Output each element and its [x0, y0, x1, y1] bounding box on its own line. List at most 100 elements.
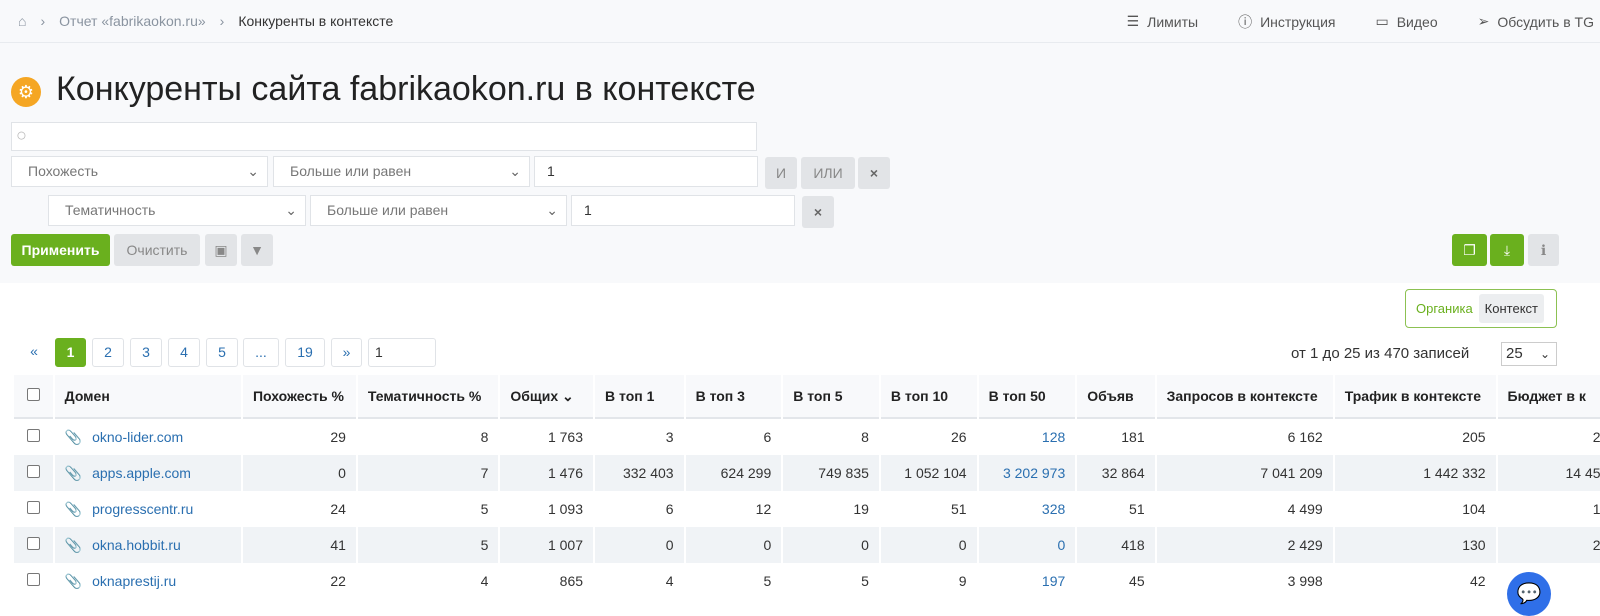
- checkbox[interactable]: [26, 388, 40, 401]
- table-cell: 4: [665, 573, 674, 589]
- filter-op-select[interactable]: Больше или равен ⌄: [273, 156, 530, 187]
- table-cell: 624 299: [685, 455, 782, 491]
- download-button[interactable]: ⤓: [1490, 234, 1524, 266]
- domain-cell[interactable]: 📎 apps.apple.com: [54, 455, 241, 491]
- top50-link[interactable]: 128: [979, 419, 1076, 455]
- filter-button[interactable]: ▼: [241, 234, 273, 266]
- select-all-checkbox[interactable]: [14, 375, 53, 419]
- row-checkbox[interactable]: [26, 537, 40, 550]
- pagination-page[interactable]: 19: [285, 338, 325, 367]
- video-icon: ▭: [1375, 13, 1389, 29]
- instruction-label: Инструкция: [1260, 13, 1336, 30]
- column-header-label: В топ 1: [605, 388, 655, 404]
- discuss-link[interactable]: ➢ Обсудить в TG: [1478, 13, 1594, 30]
- chevron-down-icon: ⌄: [285, 202, 297, 218]
- table-row: 📎 okno-lider.com 29 8 1 763 3 6 8 26 128 181 6 162 2…: [14, 419, 1600, 455]
- pagination-page[interactable]: 3: [130, 338, 162, 367]
- column-header[interactable]: Запросов в контексте: [1156, 375, 1333, 419]
- limits-link[interactable]: ☰ Лимиты: [1127, 13, 1199, 30]
- pagination-page[interactable]: 4: [168, 338, 200, 367]
- row-checkbox[interactable]: [26, 465, 40, 478]
- table-cell: 12: [755, 501, 772, 517]
- or-button[interactable]: ИЛИ: [801, 157, 855, 189]
- info-button[interactable]: ℹ: [1528, 234, 1559, 266]
- pagination-prev[interactable]: «: [18, 338, 50, 367]
- filter-value-input[interactable]: 1: [534, 156, 758, 187]
- domain-cell[interactable]: 📎 okna.hobbit.ru: [54, 527, 241, 563]
- column-header[interactable]: Домен: [54, 375, 241, 419]
- domain-link[interactable]: okna.hobbit.ru: [92, 537, 181, 553]
- filter-field-select[interactable]: Похожесть ⌄: [11, 156, 268, 187]
- table-cell: 41: [242, 527, 356, 563]
- column-header[interactable]: Похожесть %: [242, 375, 356, 419]
- search-input[interactable]: ○: [11, 122, 757, 151]
- apply-button[interactable]: Применить: [11, 234, 110, 266]
- pagination-page[interactable]: 2: [92, 338, 124, 367]
- and-button[interactable]: И: [765, 157, 797, 189]
- table-cell: 1 007: [500, 527, 594, 563]
- row-checkbox[interactable]: [26, 573, 40, 586]
- column-header[interactable]: Тематичность %: [357, 375, 499, 419]
- table-cell: 19: [853, 501, 869, 517]
- breadcrumb-report[interactable]: Отчет «fabrikaokon.ru»: [59, 13, 206, 29]
- filter-op-select[interactable]: Больше или равен ⌄: [310, 195, 567, 226]
- filter-value-input[interactable]: 1: [571, 195, 795, 226]
- table-cell: 1 052 104: [880, 455, 977, 491]
- domain-cell[interactable]: 📎 oknaprestij.ru: [55, 563, 241, 599]
- column-header[interactable]: Общих ⌄: [500, 375, 594, 419]
- top50-link[interactable]: 328: [979, 491, 1076, 527]
- clear-button[interactable]: Очистить: [114, 234, 200, 266]
- save-button[interactable]: ▣: [205, 234, 237, 266]
- domain-link[interactable]: progresscentr.ru: [92, 501, 193, 517]
- chevron-down-icon: ⌄: [247, 163, 259, 179]
- remove-filter-button[interactable]: ×: [802, 196, 834, 228]
- column-header[interactable]: В топ 5: [783, 375, 879, 419]
- table-row: 📎 progresscentr.ru 24 5 1 093 6 12 19 51 328 51 4 4…: [14, 491, 1600, 527]
- row-select[interactable]: [14, 419, 53, 455]
- home-icon[interactable]: ⌂: [18, 13, 26, 29]
- info-icon: ⓘ: [1238, 13, 1253, 30]
- pagination-page[interactable]: 1: [55, 338, 86, 367]
- column-header-label: В топ 50: [988, 388, 1046, 404]
- row-select[interactable]: [14, 527, 53, 563]
- table-cell: 5: [357, 527, 499, 563]
- table-cell: 42: [1469, 573, 1486, 589]
- column-header[interactable]: В топ 3: [685, 375, 782, 419]
- table-cell: 104: [1462, 501, 1486, 517]
- row-select[interactable]: [14, 455, 53, 491]
- column-header[interactable]: В топ 10: [880, 375, 977, 419]
- column-header[interactable]: Бюджет в к: [1497, 375, 1600, 419]
- row-checkbox[interactable]: [26, 429, 40, 442]
- table-cell: 1 442 332: [1334, 455, 1496, 491]
- instruction-link[interactable]: ⓘ Инструкция: [1238, 12, 1335, 32]
- domain-link[interactable]: apps.apple.com: [92, 465, 191, 481]
- column-header[interactable]: В топ 50: [978, 375, 1076, 419]
- filter-field-select[interactable]: Тематичность ⌄: [48, 195, 306, 226]
- page-size-select[interactable]: 25 ⌄: [1501, 342, 1557, 366]
- row-select[interactable]: [14, 563, 53, 599]
- domain-link[interactable]: okno-lider.com: [92, 429, 183, 445]
- pagination-page[interactable]: 5: [206, 338, 238, 367]
- domain-link[interactable]: oknaprestij.ru: [92, 573, 176, 589]
- copy-button[interactable]: ❐: [1452, 234, 1487, 266]
- domain-cell[interactable]: 📎 progresscentr.ru: [55, 491, 241, 527]
- remove-filter-button[interactable]: ×: [858, 157, 890, 189]
- top50-link[interactable]: 197: [979, 563, 1076, 599]
- table-cell: 5: [480, 501, 489, 517]
- page-goto-input[interactable]: 1: [368, 338, 436, 367]
- video-link[interactable]: ▭ Видео: [1375, 13, 1437, 30]
- top50-link[interactable]: 3 202 973: [978, 455, 1076, 491]
- row-select[interactable]: [14, 491, 53, 527]
- row-checkbox[interactable]: [26, 501, 40, 514]
- top50-link[interactable]: 0: [978, 527, 1076, 563]
- chat-button[interactable]: 💬: [1507, 572, 1551, 616]
- toggle-context[interactable]: Контекст: [1478, 294, 1544, 323]
- column-header[interactable]: В топ 1: [595, 375, 684, 419]
- column-header[interactable]: Объяв: [1077, 375, 1155, 419]
- domain-cell[interactable]: 📎 okno-lider.com: [55, 419, 241, 455]
- table-cell: 29: [330, 429, 346, 445]
- column-header-label: В топ 5: [793, 388, 843, 404]
- toggle-organic[interactable]: Органика: [1410, 301, 1479, 316]
- pagination-next[interactable]: »: [331, 338, 362, 367]
- column-header[interactable]: Трафик в контексте: [1334, 375, 1496, 419]
